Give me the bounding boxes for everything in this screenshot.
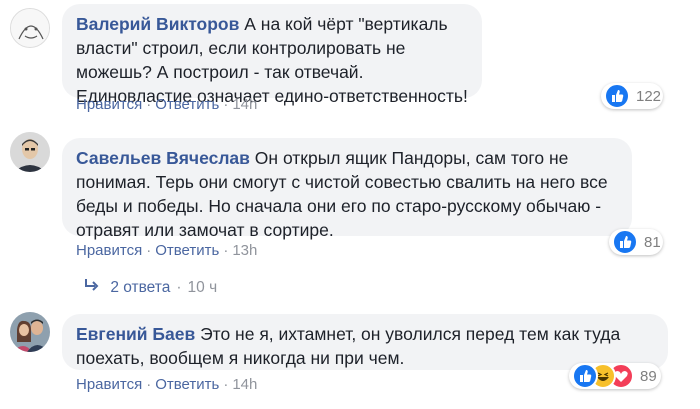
separator-dot: · bbox=[223, 242, 229, 259]
comment-author[interactable]: Савельев Вячеслав bbox=[76, 148, 250, 168]
comment-actions: Нравится · Ответить · 14h bbox=[76, 96, 257, 113]
like-icon bbox=[612, 229, 638, 255]
separator-dot: · bbox=[146, 242, 152, 259]
avatar[interactable] bbox=[10, 8, 50, 48]
reaction-count: 81 bbox=[644, 233, 661, 251]
like-link[interactable]: Нравится bbox=[76, 96, 142, 113]
comment-bubble: Евгений Баев Это не я, ихтамнет, он увол… bbox=[62, 314, 668, 370]
reaction-count: 122 bbox=[636, 87, 662, 105]
comment-time[interactable]: 13h bbox=[232, 242, 257, 259]
person-photo-icon bbox=[10, 132, 50, 172]
separator-dot: · bbox=[223, 376, 229, 393]
comment-bubble: Валерий Викторов А на кой чёрт "вертикал… bbox=[62, 4, 482, 106]
like-icon bbox=[604, 83, 630, 109]
comment-author[interactable]: Евгений Баев bbox=[76, 324, 195, 344]
like-link[interactable]: Нравится bbox=[76, 242, 142, 259]
avatar[interactable] bbox=[10, 132, 50, 172]
replies-count-label[interactable]: 2 ответа bbox=[110, 279, 170, 296]
reaction-summary[interactable]: 81 bbox=[609, 229, 663, 255]
drawn-face-icon bbox=[11, 9, 49, 47]
reaction-summary[interactable]: 122 bbox=[601, 83, 663, 109]
comment-bubble: Савельев Вячеслав Он открыл ящик Пандоры… bbox=[62, 138, 632, 240]
reply-link[interactable]: Ответить bbox=[155, 96, 219, 113]
reply-link[interactable]: Ответить bbox=[155, 242, 219, 259]
view-replies-link[interactable]: 2 ответа · 10 ч bbox=[84, 278, 217, 297]
reaction-summary[interactable]: 89 bbox=[569, 363, 661, 389]
separator-dot: · bbox=[176, 279, 182, 296]
avatar[interactable] bbox=[10, 312, 50, 352]
couple-photo-icon bbox=[10, 312, 50, 352]
separator-dot: · bbox=[223, 96, 229, 113]
separator-dot: · bbox=[146, 376, 152, 393]
reaction-count: 89 bbox=[640, 367, 657, 385]
replies-time: 10 ч bbox=[187, 279, 218, 296]
like-icon bbox=[572, 363, 598, 389]
separator-dot: · bbox=[146, 96, 152, 113]
comment-time[interactable]: 14h bbox=[232, 96, 257, 113]
comment-actions: Нравится · Ответить · 13h bbox=[76, 242, 257, 259]
reply-arrow-icon bbox=[84, 278, 106, 297]
comment-author[interactable]: Валерий Викторов bbox=[76, 14, 239, 34]
like-link[interactable]: Нравится bbox=[76, 376, 142, 393]
reply-link[interactable]: Ответить bbox=[155, 376, 219, 393]
comment-actions: Нравится · Ответить · 14h bbox=[76, 376, 257, 393]
comment-time[interactable]: 14h bbox=[232, 376, 257, 393]
